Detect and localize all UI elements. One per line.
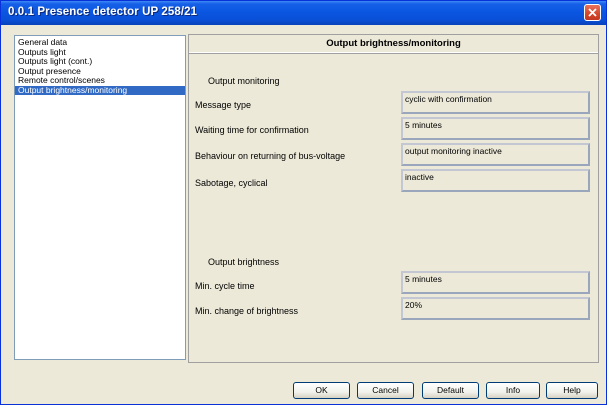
title-bar[interactable]: 0.0.1 Presence detector UP 258/21 — [1, 1, 606, 25]
label-min-change-brightness: Min. change of brightness — [195, 306, 299, 316]
select-min-change-brightness[interactable]: 20% — [401, 297, 590, 320]
cancel-button[interactable]: Cancel — [357, 382, 414, 399]
default-button[interactable]: Default — [422, 382, 479, 399]
window-title: 0.0.1 Presence detector UP 258/21 — [8, 6, 198, 18]
nav-item-output-brightness-monitoring[interactable]: Output brightness/monitoring — [15, 85, 185, 95]
info-button[interactable]: Info — [486, 382, 540, 399]
label-min-cycle-time: Min. cycle time — [195, 281, 255, 291]
help-button[interactable]: Help — [546, 382, 598, 399]
select-message-type[interactable]: cyclic with confirmation — [401, 91, 590, 114]
header-divider — [189, 53, 598, 54]
value-message-type: cyclic with confirmation — [405, 94, 492, 104]
label-message-type: Message type — [195, 100, 252, 110]
dialog-body: General data Outputs light Outputs light… — [4, 26, 603, 400]
dialog-window: 0.0.1 Presence detector UP 258/21 Genera… — [0, 0, 607, 405]
select-waiting-time[interactable]: 5 minutes — [401, 117, 590, 140]
select-bus-voltage-behaviour[interactable]: output monitoring inactive — [401, 143, 590, 166]
section-output-monitoring: Output monitoring — [208, 76, 280, 86]
section-output-brightness: Output brightness — [208, 257, 280, 267]
label-bus-voltage-behaviour: Behaviour on returning of bus-voltage — [195, 151, 346, 161]
value-sabotage-cyclical: inactive — [405, 172, 434, 182]
label-sabotage-cyclical: Sabotage, cyclical — [195, 178, 268, 188]
select-sabotage-cyclical[interactable]: inactive — [401, 169, 590, 192]
ok-button[interactable]: OK — [293, 382, 350, 399]
value-bus-voltage-behaviour: output monitoring inactive — [405, 146, 502, 156]
close-button[interactable] — [584, 4, 601, 21]
panel-title: Output brightness/monitoring — [189, 35, 598, 53]
parameter-nav-list[interactable]: General data Outputs light Outputs light… — [14, 35, 186, 360]
close-icon — [588, 8, 597, 17]
value-waiting-time: 5 minutes — [405, 120, 442, 130]
value-min-cycle-time: 5 minutes — [405, 274, 442, 284]
parameter-panel: Output brightness/monitoring Output moni… — [188, 34, 599, 363]
value-min-change-brightness: 20% — [405, 300, 423, 310]
label-waiting-time: Waiting time for confirmation — [195, 125, 309, 135]
select-min-cycle-time[interactable]: 5 minutes — [401, 271, 590, 294]
